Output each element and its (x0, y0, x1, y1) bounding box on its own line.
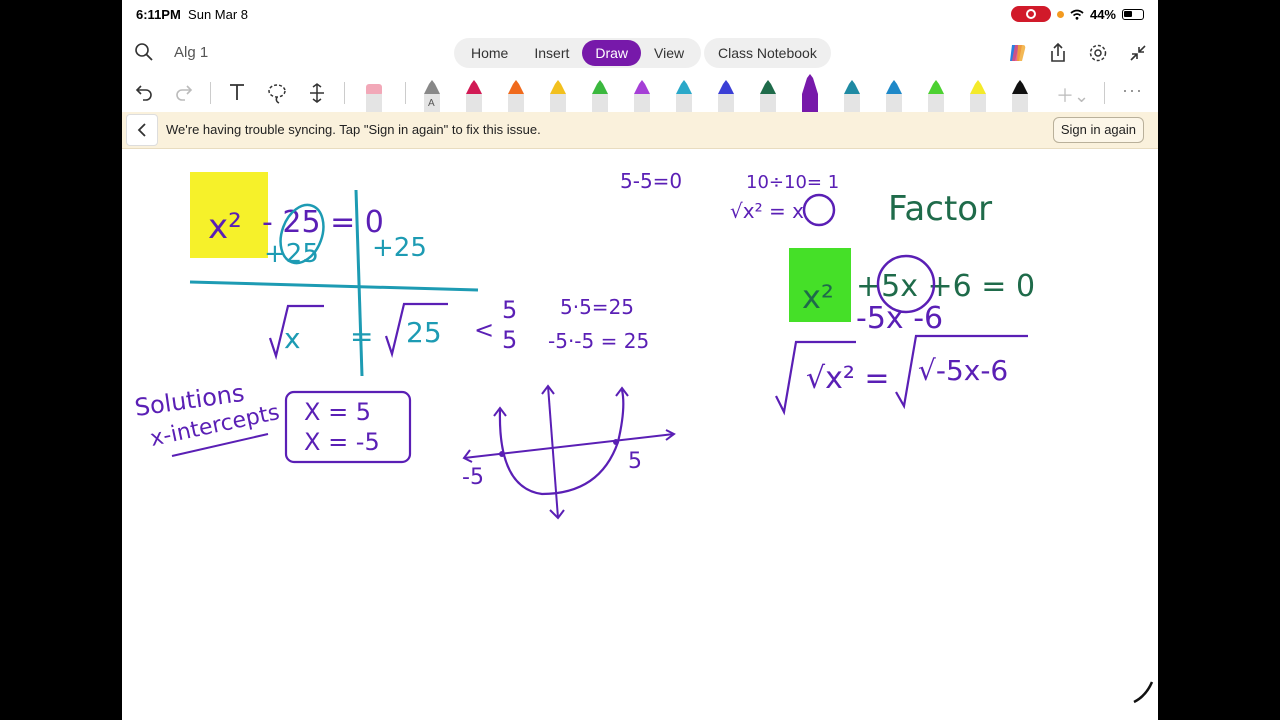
chevron-left-icon (137, 123, 146, 137)
status-right: 44% (1010, 6, 1144, 22)
t-chart-horizontal (189, 280, 479, 292)
pen-1[interactable] (466, 80, 482, 112)
note-subtraction: 5-5=0 (620, 169, 682, 193)
app-header: Alg 1 Home Insert Draw View Class Notebo… (122, 30, 1158, 74)
circled-x (802, 193, 836, 227)
status-time: 6:11PM Sun Mar 8 (136, 7, 249, 22)
eq2-subtract: -5x -6 (856, 301, 943, 336)
pen-4[interactable] (592, 80, 608, 112)
check-negative: -5·-5 = 25 (548, 329, 649, 353)
pen-10[interactable] (844, 80, 860, 112)
root-pos: 5 (502, 296, 517, 324)
sqrt-equals: = (350, 320, 373, 353)
redo-icon[interactable] (174, 82, 194, 102)
eq1-add-right: +25 (372, 233, 427, 263)
eq1-x-squared: x² (208, 207, 242, 247)
eraser-icon[interactable] (364, 78, 384, 112)
collapse-icon[interactable] (1128, 43, 1148, 63)
eq2-sqrt-left: √x² = (806, 361, 890, 396)
wifi-icon (1070, 9, 1084, 20)
onenote-app: 6:11PM Sun Mar 8 44% Alg 1 Home Insert D… (122, 0, 1158, 720)
battery-icon (1122, 8, 1144, 20)
graph-x-axis (463, 433, 675, 459)
sync-warning-banner: We're having trouble syncing. Tap "Sign … (122, 112, 1158, 149)
mic-indicator-icon (1056, 10, 1064, 18)
pen-cursor-icon (1133, 681, 1154, 704)
settings-icon[interactable] (1088, 43, 1108, 63)
note-division: 10÷10= 1 (746, 172, 839, 193)
pen-12[interactable] (928, 80, 944, 112)
pen-2[interactable] (508, 80, 524, 112)
sqrt-right-25: 25 (406, 316, 442, 349)
roots-bracket: < (474, 316, 494, 344)
toolbar-divider (1104, 82, 1105, 104)
toolbar-divider (344, 82, 345, 104)
notebook-title[interactable]: Alg 1 (174, 44, 208, 61)
note-sqrt: √x² = x (730, 199, 804, 223)
tab-insert[interactable]: Insert (521, 40, 582, 66)
root-neg: 5 (502, 326, 517, 354)
add-pen-icon[interactable]: ＋⌄ (1056, 82, 1089, 108)
copilot-icon[interactable] (1006, 42, 1028, 64)
search-icon[interactable] (134, 42, 154, 62)
tab-draw[interactable]: Draw (582, 40, 642, 66)
pen-6[interactable] (676, 80, 692, 112)
pen-13[interactable] (970, 80, 986, 112)
tab-view[interactable]: View (641, 40, 697, 66)
screen-recording-icon[interactable] (1010, 6, 1051, 22)
status-bar: 6:11PM Sun Mar 8 44% (122, 0, 1158, 30)
pen-11[interactable] (886, 80, 902, 112)
eq2-x-squared: x² (802, 278, 834, 316)
pen-7[interactable] (718, 80, 734, 112)
back-button[interactable] (126, 114, 158, 146)
share-icon[interactable] (1048, 42, 1068, 64)
insert-space-icon[interactable] (308, 82, 326, 104)
pen-3[interactable] (550, 80, 566, 112)
text-icon[interactable] (228, 82, 246, 102)
sign-in-again-button[interactable]: Sign in again (1052, 117, 1144, 143)
solution-1: X = 5 (304, 398, 371, 426)
pen-label: A (428, 98, 435, 109)
check-positive: 5·5=25 (560, 295, 634, 319)
pen-9[interactable] (802, 74, 818, 112)
factor-label: Factor (888, 189, 992, 229)
class-notebook-button[interactable]: Class Notebook (704, 38, 831, 68)
ribbon-tabs: Home Insert Draw View (454, 38, 702, 68)
draw-toolbar: A ＋⌄ ··· (122, 74, 1158, 112)
graph-label-pos: 5 (628, 449, 642, 474)
pen-0[interactable]: A (424, 80, 440, 112)
header-actions (1006, 42, 1148, 64)
ink-canvas[interactable]: x² - 25 = 0 +25 +25 x = 25 < 5 5 5·5=25 … (122, 148, 1158, 720)
intercept-pos (613, 439, 619, 445)
eq2-sqrt-right: √-5x-6 (918, 354, 1008, 387)
sqrt-left-x: x (284, 322, 301, 355)
undo-icon[interactable] (134, 82, 154, 102)
tab-home[interactable]: Home (458, 40, 521, 66)
pen-5[interactable] (634, 80, 650, 112)
eq1-add-left: +25 (264, 239, 319, 269)
battery-percent: 44% (1089, 6, 1116, 22)
pen-8[interactable] (760, 80, 776, 112)
more-icon[interactable]: ··· (1122, 80, 1143, 101)
solution-2: X = -5 (304, 428, 380, 456)
toolbar-divider (210, 82, 211, 104)
graph-y-axis (547, 385, 559, 519)
parabola-arrows (493, 386, 629, 417)
pen-14[interactable] (1012, 80, 1028, 112)
lasso-icon[interactable] (267, 82, 289, 104)
toolbar-divider (405, 82, 406, 104)
graph-label-neg: -5 (462, 465, 484, 490)
intercept-neg (499, 451, 505, 457)
sync-warning-message: We're having trouble syncing. Tap "Sign … (166, 122, 541, 137)
pen-palette: A (424, 74, 1028, 112)
